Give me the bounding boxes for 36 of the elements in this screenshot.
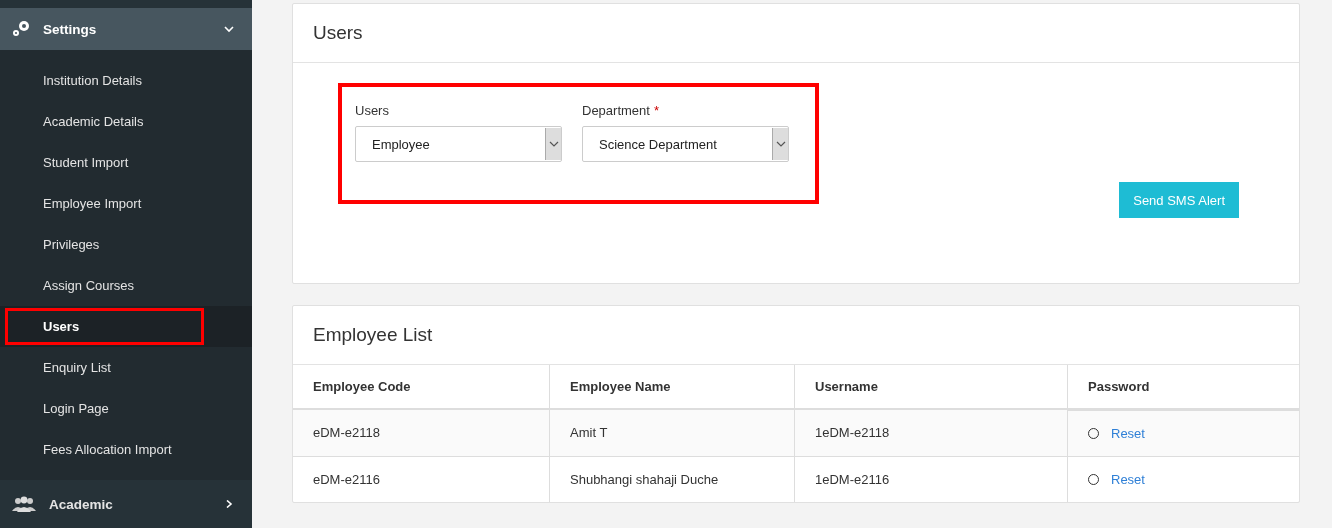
card-title: Employee List — [293, 306, 1299, 365]
sidebar-item[interactable]: Assign Courses — [0, 265, 252, 306]
caret-icon — [772, 128, 788, 160]
field-label: Users — [355, 103, 389, 118]
chevron-icon — [224, 25, 234, 33]
sidebar-item[interactable]: Academic Details — [0, 101, 252, 142]
select-field[interactable]: Employee — [355, 126, 562, 162]
sidebar-item[interactable]: Privileges — [0, 224, 252, 265]
sidebar-item[interactable]: Employee Import — [0, 183, 252, 224]
column-header: Password — [1067, 365, 1299, 409]
sidebar-item[interactable]: Users — [0, 306, 252, 347]
card-title: Users — [293, 4, 1299, 63]
sidebar-item[interactable]: Enquiry List — [0, 347, 252, 388]
sidebar-item[interactable]: Institution Details — [0, 60, 252, 101]
sidebar-item[interactable]: Student Import — [0, 142, 252, 183]
select-field[interactable]: Science Department — [582, 126, 789, 162]
table-cell: eDM-e2118 — [293, 409, 550, 456]
table-cell: Shubhangi shahaji Duche — [549, 456, 795, 502]
table-cell: Amit T — [549, 409, 795, 456]
academic-menu-header[interactable]: Academic — [0, 480, 252, 528]
users-icon — [12, 496, 36, 512]
section-label: Academic — [49, 496, 114, 512]
settings-menu-header[interactable]: Settings — [0, 8, 252, 50]
table-cell: 1eDM-e2118 — [794, 409, 1068, 456]
table-cell: 1eDM-e2116 — [794, 456, 1068, 502]
chevron-icon — [224, 500, 234, 508]
required-mark: * — [653, 103, 659, 118]
sidebar-item[interactable]: Login Page — [0, 388, 252, 429]
field-label: Department — [582, 103, 650, 118]
table-cell: eDM-e2116 — [293, 456, 550, 502]
reset-link[interactable]: Reset — [1111, 426, 1145, 441]
sidebar-item[interactable]: Fees Allocation Import — [0, 429, 252, 470]
gears-icon — [11, 20, 31, 38]
caret-icon — [545, 128, 561, 160]
reset-link[interactable]: Reset — [1111, 472, 1145, 487]
section-label: Settings — [43, 21, 98, 37]
